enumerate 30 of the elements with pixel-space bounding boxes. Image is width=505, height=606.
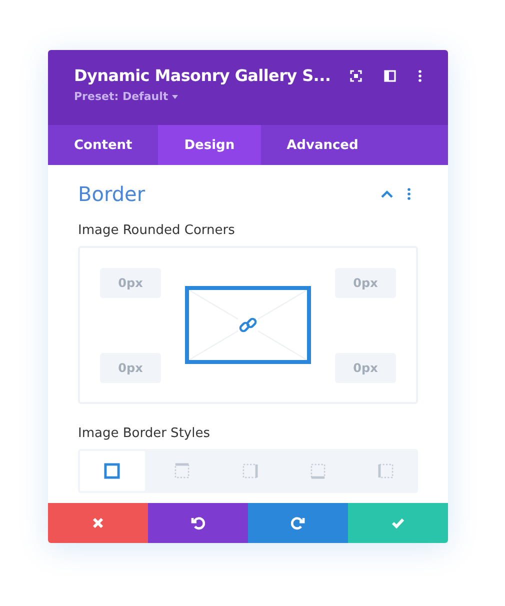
redo-button[interactable] xyxy=(248,503,348,543)
field-label: Image Border Styles xyxy=(78,426,211,441)
corner-input[interactable]: 0px xyxy=(335,352,396,382)
module-title: Dynamic Masonry Gallery S... xyxy=(74,66,331,85)
sidebar-layout-icon[interactable] xyxy=(384,70,396,82)
preset-dropdown[interactable]: Preset: Default xyxy=(74,90,178,103)
more-icon[interactable] xyxy=(418,70,422,82)
checkmark-icon xyxy=(391,516,405,530)
side-border-icon xyxy=(173,462,192,480)
undo-icon xyxy=(191,516,205,530)
caret-icon xyxy=(172,94,178,99)
undo-button[interactable] xyxy=(148,503,248,543)
redo-icon xyxy=(291,516,305,530)
more-icon[interactable] xyxy=(407,188,411,200)
corner-input[interactable]: 0px xyxy=(335,268,396,298)
tab[interactable]: Design xyxy=(158,125,261,165)
side-border-icon xyxy=(376,462,395,480)
chevron-icon[interactable] xyxy=(381,190,393,198)
close-icon xyxy=(91,516,105,530)
tab[interactable]: Advanced xyxy=(260,125,384,165)
corner-input[interactable]: 0px xyxy=(100,352,161,382)
border-style-option[interactable] xyxy=(78,449,147,493)
focus-icon[interactable] xyxy=(350,70,362,82)
corner-input[interactable]: 0px xyxy=(100,268,161,298)
side-border-icon xyxy=(308,462,327,480)
section-title: Border xyxy=(78,182,146,206)
side-border-icon xyxy=(240,462,259,480)
tab[interactable]: Content xyxy=(48,125,158,165)
field-label: Image Rounded Corners xyxy=(78,223,236,238)
square-border-icon xyxy=(103,462,122,480)
